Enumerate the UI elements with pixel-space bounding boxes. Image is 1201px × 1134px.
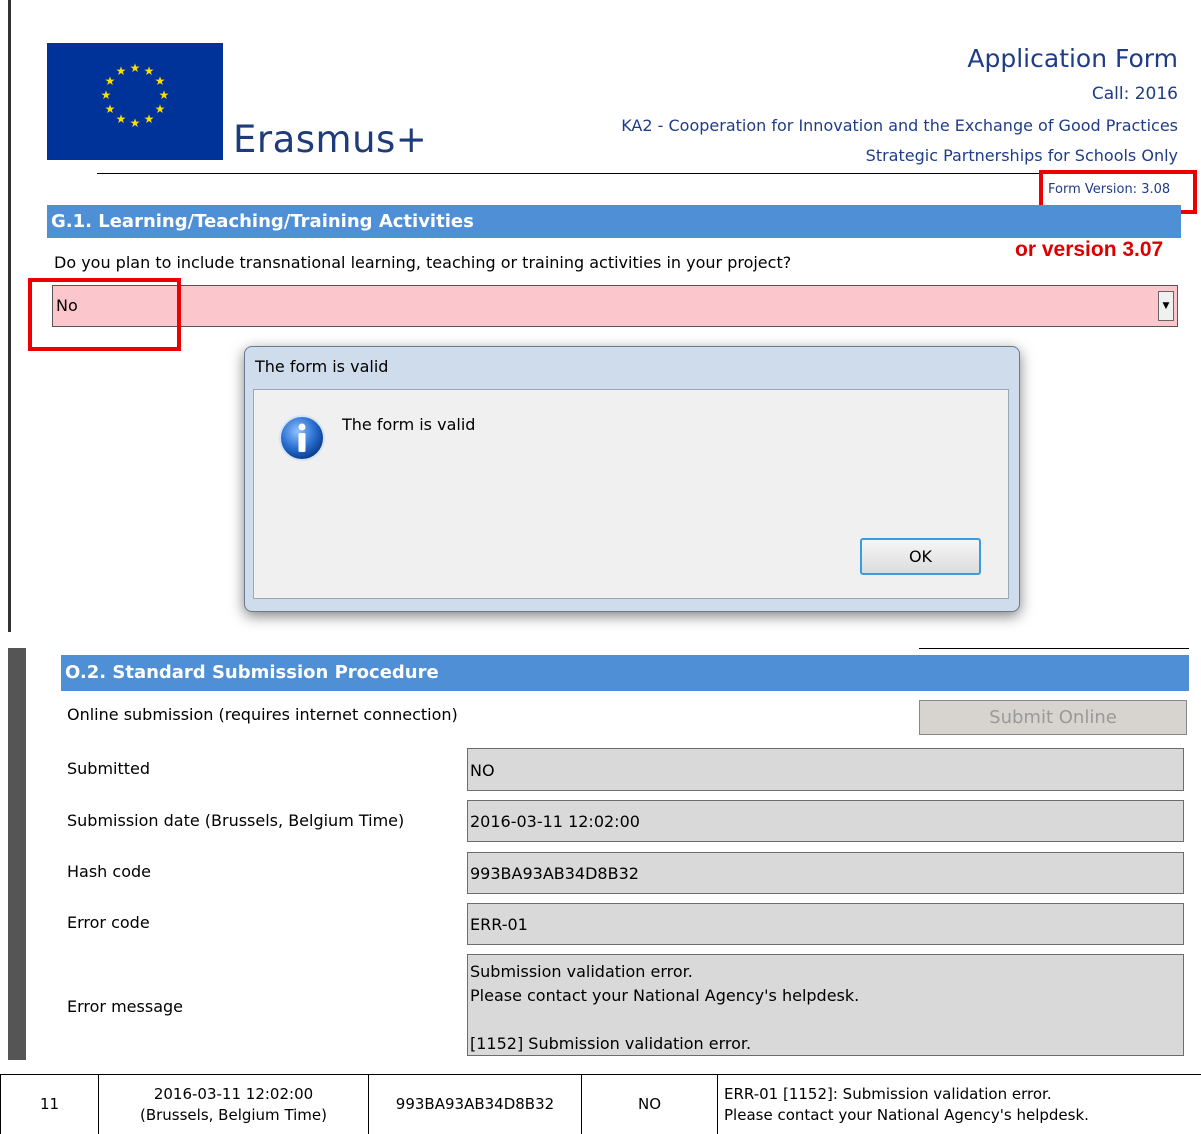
svg-text:★: ★ [155,102,166,116]
svg-text:★: ★ [130,116,141,130]
error-message-field[interactable]: Submission validation error. Please cont… [467,954,1184,1056]
history-submitted: NO [582,1075,718,1134]
submission-history-row: 11 2016-03-11 12:02:00 (Brussels, Belgiu… [0,1074,1201,1134]
history-error-line: Please contact your National Agency's he… [724,1105,1089,1124]
activities-select[interactable] [52,285,1178,327]
svg-text:★: ★ [155,74,166,88]
header-divider [97,173,1181,174]
section-title-g1: G.1. Learning/Teaching/Training Activiti… [47,205,1181,238]
svg-text:★: ★ [130,61,141,75]
online-submission-label: Online submission (requires internet con… [67,705,458,724]
call-year: Call: 2016 [1091,84,1178,104]
submission-date-label: Submission date (Brussels, Belgium Time) [67,811,405,830]
ok-button[interactable]: OK [860,538,981,575]
history-error-line: ERR-01 [1152]: Submission validation err… [724,1084,1052,1103]
history-date-line: 2016-03-11 12:02:00 [153,1084,314,1103]
svg-text:★: ★ [159,88,170,102]
question-label: Do you plan to include transnational lea… [54,253,792,272]
history-error: ERR-01 [1152]: Submission validation err… [718,1075,1201,1134]
brand-name: Erasmus+ [233,118,428,161]
svg-text:★: ★ [144,112,155,126]
history-number: 11 [0,1075,99,1134]
hash-code-field[interactable]: 993BA93AB34D8B32 [467,852,1184,894]
section-title-o2: O.2. Standard Submission Procedure [61,655,1189,691]
dialog-message: The form is valid [342,415,476,434]
highlight-box-answer [28,278,181,351]
svg-text:★: ★ [116,112,127,126]
svg-text:★: ★ [101,88,112,102]
error-message-line: [1152] Submission validation error. [470,1034,752,1053]
svg-text:★: ★ [116,64,127,78]
history-date: 2016-03-11 12:02:00 (Brussels, Belgium T… [99,1075,369,1134]
hash-code-label: Hash code [67,862,151,881]
info-icon [278,414,326,462]
history-hash: 993BA93AB34D8B32 [369,1075,582,1134]
eu-flag-icon: ★ ★ ★ ★ ★ ★ ★ ★ ★ ★ ★ ★ [47,43,223,160]
dropdown-arrow-icon[interactable]: ▼ [1158,291,1174,321]
submitted-label: Submitted [67,759,151,778]
key-action: KA2 - Cooperation for Innovation and the… [621,116,1178,135]
dialog-title: The form is valid [255,357,389,376]
svg-text:★: ★ [144,64,155,78]
section-divider [919,648,1189,649]
svg-text:★: ★ [105,102,116,116]
page-subtitle: Strategic Partnerships for Schools Only [865,146,1178,165]
error-message-line [470,1008,1183,1032]
history-date-zone: (Brussels, Belgium Time) [139,1105,328,1124]
error-message-label: Error message [67,997,183,1016]
error-code-field[interactable]: ERR-01 [467,903,1184,945]
svg-text:★: ★ [105,74,116,88]
error-message-line: Please contact your National Agency's he… [470,986,860,1005]
left-margin-bar [8,0,11,632]
left-margin-bar-lower [8,648,26,1060]
submission-date-field[interactable]: 2016-03-11 12:02:00 [467,800,1184,842]
page-title: Application Form [967,44,1178,73]
error-message-line: Submission validation error. [470,962,693,981]
submit-online-button[interactable]: Submit Online [919,700,1187,735]
error-code-label: Error code [67,913,150,932]
submitted-field[interactable]: NO [467,748,1184,791]
alt-version-note: or version 3.07 [1015,238,1164,261]
